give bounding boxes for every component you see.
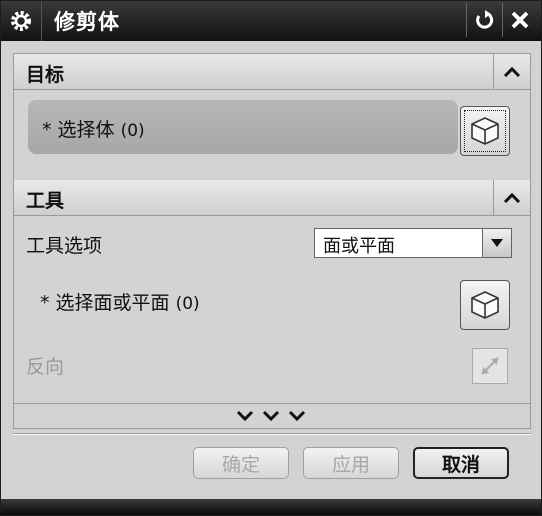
chevron-up-icon [503,192,521,204]
dialog-body: 目标 * 选择体 (0) 工具 工具选项 面或平面 * 选择面或平面 (0) 反… [13,53,531,429]
target-group-title: 目标 [26,64,65,86]
select-body-label: 选择体 [57,119,115,141]
dropdown-arrow-icon[interactable] [482,229,511,257]
reverse-direction-icon [481,357,499,375]
select-face-label: 选择面或平面 [55,292,170,314]
tool-option-select[interactable]: 面或平面 [314,228,512,258]
select-body-button[interactable] [460,106,510,156]
tool-option-label: 工具选项 [26,235,103,257]
select-face-button[interactable] [460,280,510,330]
target-group-body: * 选择体 (0) [14,90,530,180]
ok-button[interactable]: 确定 [193,447,289,479]
apply-button[interactable]: 应用 [303,447,399,479]
reset-icon[interactable] [466,3,501,37]
title-bar[interactable]: 修剪体 [1,1,541,41]
required-asterisk: * [42,119,52,141]
gear-icon[interactable] [1,1,42,41]
chevron-up-icon [503,66,521,78]
close-icon[interactable] [502,3,537,37]
select-body-row[interactable]: * 选择体 (0) [28,100,458,154]
required-asterisk: * [40,292,50,314]
tool-option-value: 面或平面 [323,236,395,257]
divider [13,433,531,435]
select-face-row[interactable]: * 选择面或平面 (0) [40,288,200,315]
select-body-count: (0) [120,121,145,141]
reverse-direction-label: 反向 [26,356,65,378]
select-face-count: (0) [175,294,200,314]
bottom-edge [1,499,541,515]
collapse-target-button[interactable] [493,54,530,90]
target-group-header[interactable]: 目标 [14,54,530,90]
tool-group-header[interactable]: 工具 [14,180,530,216]
cube-icon [471,291,499,319]
cancel-button[interactable]: 取消 [413,447,509,479]
trim-body-dialog: 修剪体 目标 * 选择体 (0) 工具 工具选项 面或平面 * 选择面或平面 (… [0,0,542,516]
more-options-toggle[interactable] [14,403,530,428]
tool-group-title: 工具 [26,190,65,212]
dialog-title: 修剪体 [54,10,120,34]
cube-icon [471,117,499,145]
expand-more-icon [236,410,306,422]
reverse-direction-button[interactable] [472,348,508,384]
tool-group-body: 工具选项 面或平面 * 选择面或平面 (0) 反向 [14,216,530,403]
collapse-tool-button[interactable] [493,180,530,216]
